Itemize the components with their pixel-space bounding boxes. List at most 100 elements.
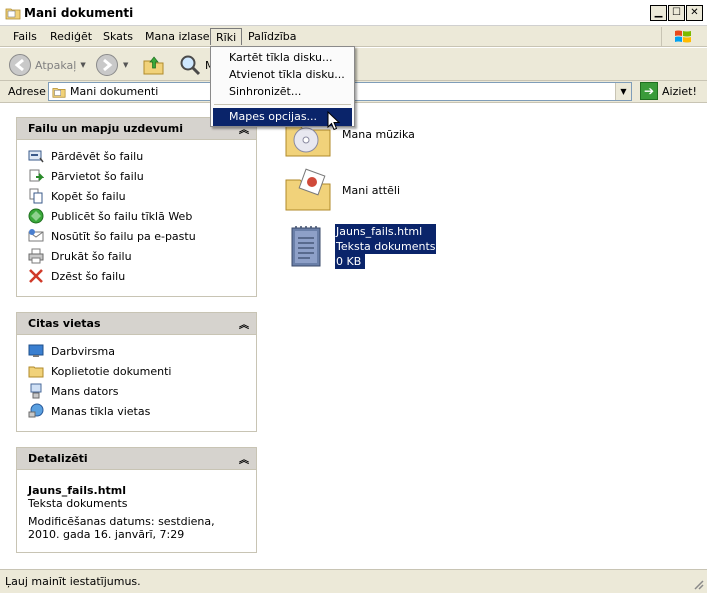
menu-file[interactable]: Fails xyxy=(8,28,42,45)
windows-flag-icon xyxy=(674,30,691,43)
folder-icon xyxy=(52,87,66,98)
move-icon xyxy=(28,168,44,184)
place-label: Darbvirsma xyxy=(51,344,115,358)
file-name: Mani attēli xyxy=(342,184,401,197)
chevron-down-icon: ▼ xyxy=(620,87,627,96)
file-tasks-title: Failu un mapju uzdevumi xyxy=(28,122,183,135)
publish-web-icon xyxy=(28,208,44,224)
file-name: Mana mūzika xyxy=(342,128,415,141)
menu-item-disconnect-drive[interactable]: Atvienot tīkla disku... xyxy=(213,66,352,84)
go-label: Aiziet! xyxy=(662,84,697,98)
file-tasks-panel: Failu un mapju uzdevumi ︽ Pārdēvēt šo fa… xyxy=(16,117,257,297)
collapse-chevron-icon[interactable]: ︽ xyxy=(239,451,249,466)
task-print[interactable]: Drukāt šo failu xyxy=(17,246,256,266)
menu-edit[interactable]: Rediģēt xyxy=(45,28,97,45)
desktop-icon xyxy=(28,343,44,359)
windows-logo xyxy=(661,27,703,47)
pictures-folder-icon xyxy=(285,168,331,211)
task-label: Drukāt šo failu xyxy=(51,249,132,263)
details-file-type: Teksta dokuments xyxy=(28,497,128,510)
place-network[interactable]: Manas tīkla vietas xyxy=(17,401,256,421)
task-label: Kopēt šo failu xyxy=(51,189,126,203)
place-label: Koplietotie dokumenti xyxy=(51,364,172,378)
go-arrow-icon: ➔ xyxy=(640,82,658,100)
details-header[interactable]: Detalizēti ︽ xyxy=(17,448,256,470)
up-folder-button[interactable] xyxy=(142,53,166,77)
address-dropdown-button[interactable]: ▼ xyxy=(615,83,631,100)
task-rename[interactable]: Pārdēvēt šo failu xyxy=(17,146,256,166)
task-label: Dzēst šo failu xyxy=(51,269,126,283)
close-button[interactable]: ✕ xyxy=(686,5,703,21)
address-label: Adrese xyxy=(8,85,46,98)
copy-icon xyxy=(28,188,44,204)
menu-tools[interactable]: Rīki xyxy=(210,28,243,45)
place-desktop[interactable]: Darbvirsma xyxy=(17,341,256,361)
menu-view[interactable]: Skats xyxy=(98,28,138,45)
back-label: Atpakaļ xyxy=(35,58,77,72)
menu-separator xyxy=(214,104,351,105)
my-computer-icon xyxy=(28,383,44,399)
menu-item-map-drive[interactable]: Kartēt tīkla disku... xyxy=(213,49,352,67)
place-my-computer[interactable]: Mans dators xyxy=(17,381,256,401)
details-title: Detalizēti xyxy=(28,452,88,465)
back-button[interactable]: Atpakaļ ▼ xyxy=(8,53,86,77)
place-shared-documents[interactable]: Koplietotie dokumenti xyxy=(17,361,256,381)
file-item-jauns-fails[interactable]: Jauns_fails.html Teksta dokuments 0 KB xyxy=(284,224,437,272)
go-button[interactable]: ➔ Aiziet! xyxy=(640,82,697,100)
file-label: Jauns_fails.html Teksta dokuments 0 KB xyxy=(335,224,437,269)
forward-arrow-icon xyxy=(96,54,118,76)
back-dropdown-icon[interactable]: ▼ xyxy=(80,61,85,69)
task-label: Pārdēvēt šo failu xyxy=(51,149,144,163)
maximize-button[interactable]: ☐ xyxy=(668,5,685,21)
text-document-icon xyxy=(291,226,321,267)
resize-grip-icon[interactable] xyxy=(692,578,704,590)
rename-icon xyxy=(28,148,44,164)
back-arrow-icon xyxy=(9,54,31,76)
menu-help[interactable]: Palīdzība xyxy=(243,28,302,45)
address-value: Mani dokumenti xyxy=(70,85,159,98)
minimize-icon: ▁ xyxy=(654,7,663,18)
folder-icon xyxy=(5,8,21,20)
shared-folder-icon xyxy=(28,363,44,379)
file-item-pictures[interactable]: Mani attēli xyxy=(284,166,400,214)
task-move[interactable]: Pārvietot šo failu xyxy=(17,166,256,186)
window-title: Mani dokumenti xyxy=(24,6,134,20)
status-bar: Ļauj mainīt iestatījumus. xyxy=(0,569,707,593)
menu-bar: Fails Rediģēt Skats Mana izlase Rīki Pal… xyxy=(0,26,707,47)
mouse-cursor-icon xyxy=(327,111,341,131)
forward-button[interactable]: ▼ xyxy=(95,53,128,77)
title-bar[interactable]: Mani dokumenti ▁ ☐ ✕ xyxy=(0,0,707,26)
task-label: Nosūtīt šo failu pa e-pastu xyxy=(51,229,196,243)
other-places-panel: Citas vietas ︽ Darbvirsma Koplietotie do… xyxy=(16,312,257,432)
other-places-header[interactable]: Citas vietas ︽ xyxy=(17,313,256,335)
file-type: Teksta dokuments xyxy=(335,239,437,254)
delete-icon xyxy=(28,268,44,284)
menu-item-synchronize[interactable]: Sinhronizēt... xyxy=(213,83,352,101)
maximize-icon: ☐ xyxy=(672,7,681,18)
network-places-icon xyxy=(28,403,44,419)
task-pane: Failu un mapju uzdevumi ︽ Pārdēvēt šo fa… xyxy=(0,104,272,569)
minimize-button[interactable]: ▁ xyxy=(650,5,667,21)
close-icon: ✕ xyxy=(690,7,699,18)
collapse-chevron-icon[interactable]: ︽ xyxy=(239,316,249,331)
task-copy[interactable]: Kopēt šo failu xyxy=(17,186,256,206)
details-panel: Detalizēti ︽ Jauns_fails.html Teksta dok… xyxy=(16,447,257,553)
forward-dropdown-icon[interactable]: ▼ xyxy=(123,61,128,69)
details-modified: Modificēšanas datums: sestdiena, 2010. g… xyxy=(28,515,215,541)
menu-favorites[interactable]: Mana izlase xyxy=(140,28,215,45)
other-places-title: Citas vietas xyxy=(28,317,101,330)
up-folder-icon xyxy=(143,56,164,75)
task-email[interactable]: Nosūtīt šo failu pa e-pastu xyxy=(17,226,256,246)
task-label: Pārvietot šo failu xyxy=(51,169,144,183)
place-label: Mans dators xyxy=(51,384,119,398)
file-size: 0 KB xyxy=(335,254,366,269)
file-list: Mana mūzika Mani attēli Jauns_fails.html… xyxy=(272,104,707,569)
task-publish-web[interactable]: Publicēt šo failu tīklā Web xyxy=(17,206,256,226)
print-icon xyxy=(28,248,44,264)
email-icon xyxy=(28,228,44,244)
search-icon xyxy=(180,55,201,76)
file-name: Jauns_fails.html xyxy=(335,224,437,239)
task-delete[interactable]: Dzēst šo failu xyxy=(17,266,256,286)
details-file-name: Jauns_fails.html xyxy=(28,484,127,497)
task-label: Publicēt šo failu tīklā Web xyxy=(51,209,193,223)
